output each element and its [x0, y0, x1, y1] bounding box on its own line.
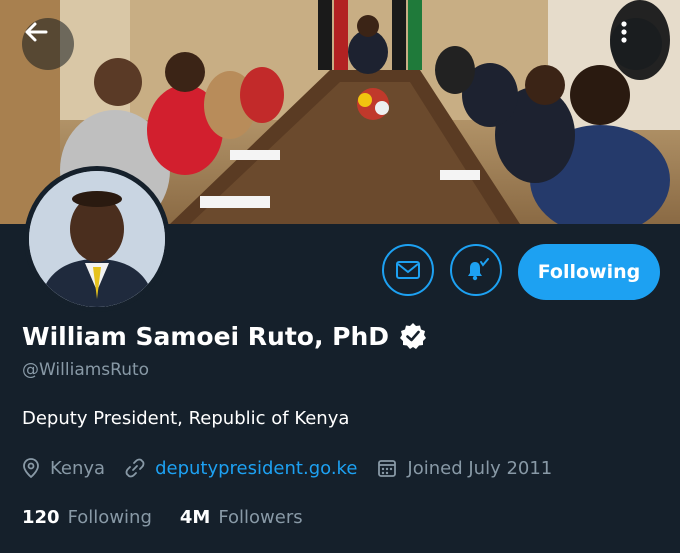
followers-count: 4M: [179, 506, 211, 528]
location-text: Kenya: [50, 457, 106, 479]
verified-badge-icon: [400, 323, 427, 349]
mail-icon: [396, 261, 420, 279]
profile-bio: Deputy President, Republic of Kenya: [22, 408, 350, 429]
profile-name-row: William Samoei Ruto, PhD: [22, 318, 427, 354]
following-label: Following: [67, 506, 152, 528]
profile-meta: Kenya deputypresident.go.ke Joined July …: [22, 455, 572, 481]
bell-plus-icon: [468, 258, 489, 281]
followers-stat[interactable]: 4M Followers: [180, 507, 331, 528]
location-pin-icon: [23, 458, 39, 478]
joined-item: Joined July 2011: [377, 458, 552, 479]
link-icon: [125, 458, 145, 478]
calendar-icon: [378, 460, 397, 477]
arrow-left-icon: [25, 22, 48, 42]
more-options-button[interactable]: [610, 18, 662, 70]
website-link[interactable]: deputypresident.go.ke: [155, 458, 357, 479]
avatar-photo: [29, 171, 165, 307]
following-button[interactable]: Following: [518, 244, 660, 300]
avatar[interactable]: [24, 166, 170, 312]
following-count: 120: [22, 506, 60, 528]
location-item: Kenya: [22, 458, 105, 479]
message-button[interactable]: [382, 244, 434, 296]
profile-handle: @WilliamsRuto: [22, 360, 150, 380]
followers-label: Followers: [218, 506, 303, 528]
notifications-button[interactable]: [450, 244, 502, 296]
profile-stats: 120 Following 4M Followers: [22, 504, 331, 530]
following-stat[interactable]: 120 Following: [22, 507, 180, 528]
back-button[interactable]: [22, 18, 74, 70]
website-item: deputypresident.go.ke: [125, 458, 357, 479]
joined-text: Joined July 2011: [407, 457, 553, 479]
more-vertical-icon: [621, 21, 627, 43]
profile-name: William Samoei Ruto, PhD: [22, 321, 390, 351]
